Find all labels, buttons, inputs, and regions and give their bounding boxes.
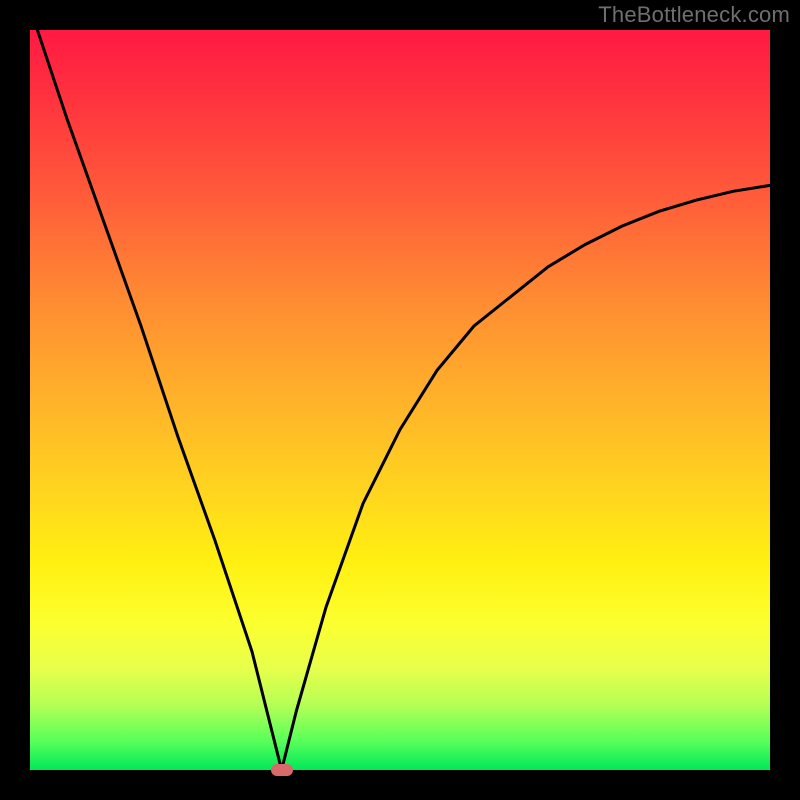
optimal-marker <box>271 764 293 776</box>
plot-area <box>30 30 770 770</box>
chart-frame: TheBottleneck.com <box>0 0 800 800</box>
watermark-label: TheBottleneck.com <box>598 2 790 28</box>
bottleneck-curve <box>37 30 770 770</box>
curve-svg <box>30 30 770 770</box>
